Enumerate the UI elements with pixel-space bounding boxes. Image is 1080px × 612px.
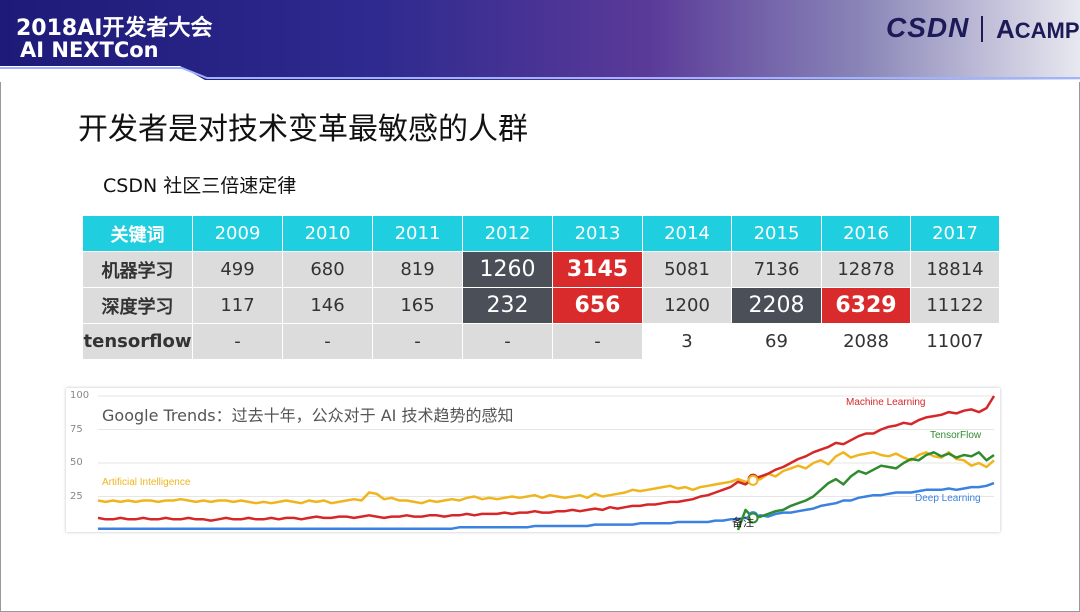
chart-title: Google Trends：过去十年，公众对于 AI 技术趋势的感知 (102, 406, 514, 425)
table-cell: - (372, 323, 463, 360)
slide-title: 开发者是对技术变革最敏感的人群 (78, 112, 528, 147)
series-line-artificial-intelligence (97, 451, 995, 505)
row-label: 深度学习 (82, 287, 193, 324)
table-cell: - (282, 323, 373, 360)
table-cell: 499 (192, 251, 283, 288)
table-cell: 11007 (910, 323, 1000, 360)
camp-logo-text: CAMP (1014, 18, 1080, 43)
table-cell: 117 (192, 287, 283, 324)
chart-annotation: 备注 (732, 515, 754, 529)
header-year: 2016 (821, 215, 911, 252)
table-cell-highlight: 1260 (462, 251, 553, 288)
table-cell: 680 (282, 251, 373, 288)
header-year: 2015 (731, 215, 822, 252)
table-cell: 165 (372, 287, 463, 324)
table-cell: 7136 (731, 251, 822, 288)
table-cell: 819 (372, 251, 463, 288)
csdn-logo: CSDN (886, 12, 970, 43)
header-year: 2013 (552, 215, 643, 252)
table-cell: 11122 (910, 287, 1000, 324)
row-label: tensorflow (82, 323, 193, 360)
table-row: 深度学习 117 146 165 232 656 1200 2208 6329 … (82, 287, 1000, 324)
header-banner: 2018AI开发者大会 AI NEXTCon CSDN ACAMP (0, 0, 1080, 82)
header-year: 2012 (462, 215, 553, 252)
series-label: Artificial Intelligence (102, 477, 191, 488)
table-cell: 1200 (642, 287, 732, 324)
table-cell: - (192, 323, 283, 360)
table-cell: 146 (282, 287, 373, 324)
series-line-tensorflow (736, 451, 995, 531)
header-keyword: 关键词 (82, 215, 193, 252)
table-cell: - (462, 323, 553, 360)
table-cell: 69 (731, 323, 822, 360)
trends-chart: Machine Learning Artificial Intelligence T… (66, 388, 1000, 532)
table-cell: 3 (642, 323, 732, 360)
table-cell: 12878 (821, 251, 911, 288)
y-tick-label: 75 (70, 424, 83, 435)
series-label: Machine Learning (846, 397, 926, 408)
series-label: Deep Learning (915, 493, 981, 504)
y-tick-label: 50 (70, 457, 83, 468)
header-year: 2014 (642, 215, 732, 252)
table-cell-highlight: 656 (552, 287, 643, 324)
table-cell-highlight: 232 (462, 287, 553, 324)
slide-subtitle: CSDN 社区三倍速定律 (103, 175, 297, 197)
header-stripe (0, 66, 1080, 82)
series-label: TensorFlow (930, 430, 982, 441)
header-year: 2017 (910, 215, 1000, 252)
y-tick-label: 100 (70, 390, 90, 401)
table-header-row: 关键词 2009 2010 2011 2012 2013 2014 2015 2… (82, 215, 1000, 252)
table-cell-highlight: 3145 (552, 251, 643, 288)
conference-name: AI NEXTCon (20, 38, 159, 62)
y-tick-label: 25 (70, 491, 83, 502)
keyword-table: 关键词 2009 2010 2011 2012 2013 2014 2015 2… (82, 215, 1000, 360)
table-cell-highlight: 6329 (821, 287, 911, 324)
table-cell: 5081 (642, 251, 732, 288)
table-row: 机器学习 499 680 819 1260 3145 5081 7136 128… (82, 251, 1000, 288)
header-year: 2010 (282, 215, 373, 252)
header-year: 2009 (192, 215, 283, 252)
camp-logo: ACAMP (996, 14, 1080, 45)
series-line-deep-learning (98, 481, 995, 530)
event-marker (747, 474, 759, 486)
camp-logo-initial: A (996, 14, 1015, 44)
table-cell: 2088 (821, 323, 911, 360)
table-row: tensorflow - - - - - 3 69 2088 11007 (82, 323, 1000, 360)
logo-divider (981, 16, 983, 42)
header-year: 2011 (372, 215, 463, 252)
table-cell: - (552, 323, 643, 360)
row-label: 机器学习 (82, 251, 193, 288)
table-cell: 18814 (910, 251, 1000, 288)
table-cell-highlight: 2208 (731, 287, 822, 324)
